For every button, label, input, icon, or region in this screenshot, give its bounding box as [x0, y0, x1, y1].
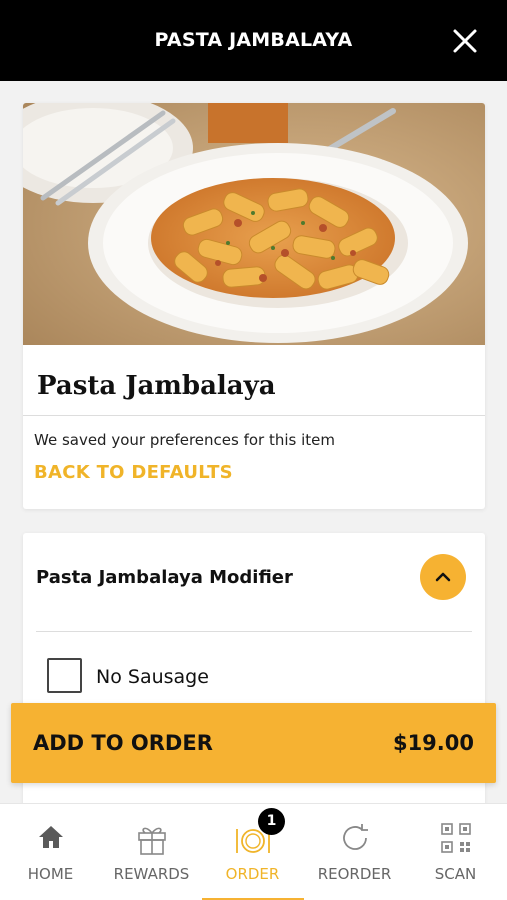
qr-code-icon: [440, 823, 471, 853]
gift-icon: [137, 827, 166, 855]
bottom-tab-bar: HOME REWARDS ORDER REORDER SCAN: [0, 803, 507, 900]
close-icon: [453, 29, 477, 53]
tab-rewards[interactable]: REWARDS: [101, 804, 202, 900]
add-to-order-button[interactable]: ADD TO ORDER $19.00: [11, 703, 496, 783]
food-image: [23, 103, 485, 345]
refresh-icon: [342, 824, 368, 850]
tab-label: REORDER: [317, 865, 392, 883]
add-to-order-label: ADD TO ORDER: [33, 731, 213, 755]
back-to-defaults-link[interactable]: BACK TO DEFAULTS: [34, 462, 233, 483]
tab-label: REWARDS: [113, 865, 190, 883]
modifier-title: Pasta Jambalaya Modifier: [36, 567, 293, 588]
home-icon: [38, 826, 63, 848]
order-count-badge: 1: [258, 808, 285, 835]
tab-home[interactable]: HOME: [0, 804, 101, 900]
no-sausage-label: No Sausage: [96, 666, 209, 688]
tab-label: ORDER: [225, 865, 280, 883]
chevron-up-icon: [435, 572, 451, 582]
divider: [36, 631, 472, 632]
item-title: Pasta Jambalaya: [37, 371, 276, 401]
saved-preferences-text: We saved your preferences for this item: [34, 431, 335, 449]
item-card: Pasta Jambalaya We saved your preference…: [23, 103, 485, 509]
no-sausage-checkbox[interactable]: [47, 658, 82, 693]
tab-label: SCAN: [434, 865, 477, 883]
order-price: $19.00: [392, 731, 474, 755]
divider: [23, 415, 485, 416]
tab-label: HOME: [27, 865, 74, 883]
close-button[interactable]: [449, 25, 481, 57]
tab-order[interactable]: ORDER: [202, 804, 304, 900]
page-title: PASTA JAMBALAYA: [154, 29, 353, 51]
top-header: PASTA JAMBALAYA: [0, 0, 507, 81]
tab-reorder[interactable]: REORDER: [304, 804, 405, 900]
tab-scan[interactable]: SCAN: [405, 804, 506, 900]
modifier-card: Pasta Jambalaya Modifier No Sausage: [23, 533, 485, 833]
collapse-button[interactable]: [420, 554, 466, 600]
